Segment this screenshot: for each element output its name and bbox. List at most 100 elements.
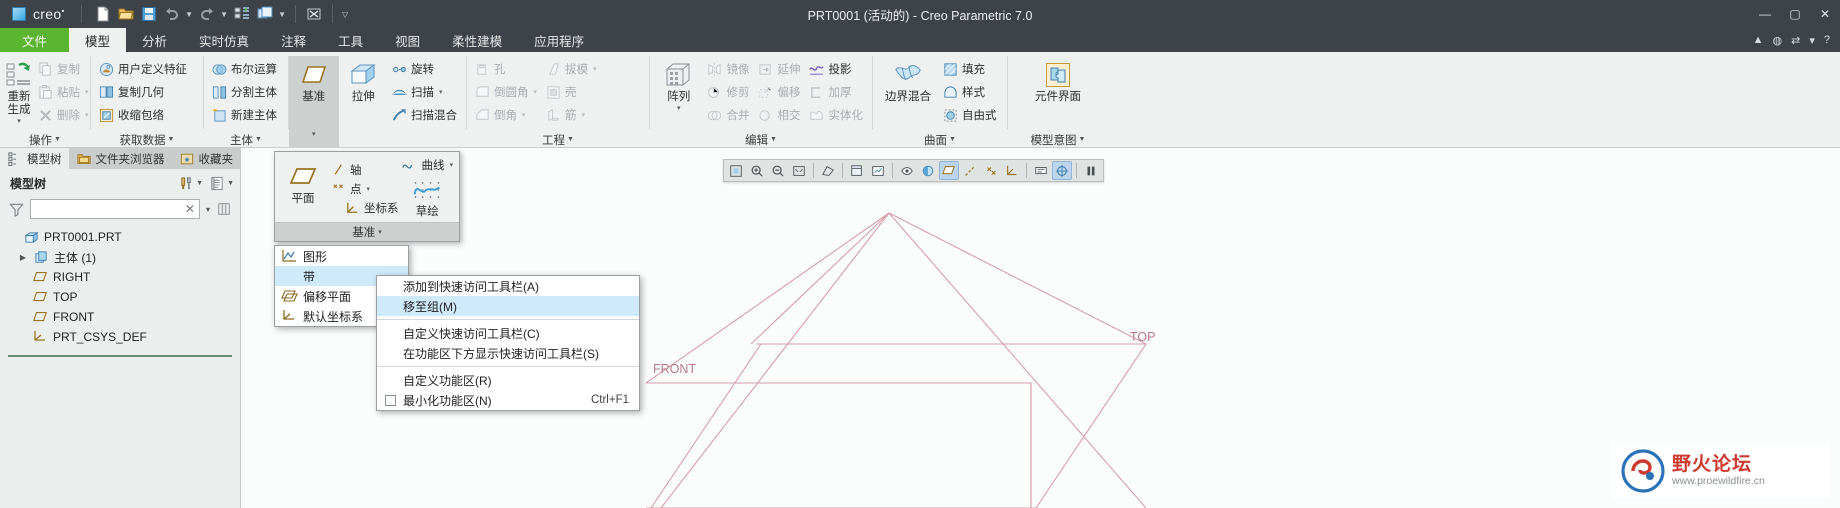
zoom-in-icon[interactable] (747, 161, 767, 180)
funnel-icon[interactable] (8, 201, 24, 217)
regenerate-button[interactable]: 重新生成 ▾ (4, 56, 34, 125)
tab-tools[interactable]: 工具 (322, 28, 379, 52)
qat-overflow-icon[interactable]: ▽ (340, 3, 351, 25)
sketch-button[interactable]: 草绘 (402, 174, 452, 219)
tab-view[interactable]: 视图 (379, 28, 436, 52)
tab-annotate[interactable]: 注释 (265, 28, 322, 52)
tab-file[interactable]: 文件 (0, 28, 70, 52)
named-view-icon[interactable] (868, 161, 888, 180)
sweep-button[interactable]: 扫描 ▾ (388, 81, 462, 103)
undo-icon[interactable] (161, 3, 183, 25)
extend-button[interactable]: 延伸 (755, 58, 806, 80)
mirror-button[interactable]: 镜像 (704, 58, 755, 80)
tree-item-part[interactable]: PRT0001.PRT (0, 227, 240, 247)
group-label-editing[interactable]: 编辑 ▼ (650, 132, 872, 147)
boolean-button[interactable]: 布尔运算 (208, 58, 282, 80)
datum-button[interactable]: 基准 ▾ (289, 56, 339, 150)
chevron-down-icon[interactable]: ▾ (582, 111, 586, 119)
window-switch-icon[interactable] (254, 3, 276, 25)
group-label-operations[interactable]: 操作 ▼ (0, 132, 90, 147)
appearance-icon[interactable] (918, 161, 938, 180)
tree-item-right[interactable]: RIGHT (0, 267, 240, 287)
tree-filter-input[interactable]: ✕ (30, 199, 200, 219)
group-label-model-intent[interactable]: 模型意图 ▼ (1008, 132, 1108, 147)
hole-button[interactable]: 孔 (471, 58, 542, 80)
tree-item-bodies[interactable]: ▶ 主体 (1) (0, 247, 240, 267)
pattern-button[interactable]: 阵列 ▾ (654, 56, 704, 112)
group-label-bodies[interactable]: 主体 ▼ (204, 132, 288, 147)
chevron-down-icon[interactable]: ▾ (522, 111, 526, 119)
datum-csys-button[interactable]: 坐标系 (327, 199, 404, 218)
nav-tab-folder-browser[interactable]: 文件夹浏览器 (69, 148, 172, 169)
menu-item-graph[interactable]: 图形 (275, 246, 408, 266)
context-item-customize-qat[interactable]: 自定义快速访问工具栏(C) (377, 323, 639, 343)
copy-geometry-button[interactable]: 复制几何 (95, 81, 192, 103)
chevron-down-icon[interactable]: ▾ (677, 105, 681, 112)
quick-access-toolbar[interactable]: ▼ ▼ ▼ ▽ (88, 3, 351, 25)
split-body-button[interactable]: 分割主体 (208, 81, 282, 103)
datum-axis-button[interactable]: 轴 (327, 160, 404, 179)
nav-tab-favorites[interactable]: 收藏夹 (172, 148, 241, 169)
curve-button[interactable]: 曲线 ▾ (399, 156, 455, 174)
tree-item-front[interactable]: FRONT (0, 307, 240, 327)
ribbon-context-menu[interactable]: 添加到快速访问工具栏(A) 移至组(M) 自定义快速访问工具栏(C) 在功能区下… (376, 275, 640, 411)
tree-expand-arrow[interactable]: ▶ (18, 253, 28, 262)
minimize-button[interactable]: — (1750, 0, 1780, 28)
new-body-button[interactable]: 新建主体 (208, 104, 282, 126)
udf-button[interactable]: 用户定义特征 (95, 58, 192, 80)
context-item-minimize-ribbon[interactable]: 最小化功能区(N) Ctrl+F1 (377, 390, 639, 410)
chevron-down-icon[interactable]: ▾ (439, 88, 443, 96)
copy-button[interactable]: 复制 (34, 58, 94, 80)
context-item-move-to-group[interactable]: 移至组(M) (377, 296, 639, 316)
redo-dropdown-icon[interactable]: ▼ (219, 3, 230, 25)
group-label-engineering[interactable]: 工程 ▼ (467, 132, 649, 147)
regenerate-icon[interactable] (231, 3, 253, 25)
minimize-ribbon-checkbox[interactable] (385, 394, 396, 406)
context-item-customize-ribbon[interactable]: 自定义功能区(R) (377, 370, 639, 390)
chevron-down-icon[interactable]: ▾ (378, 228, 382, 236)
tab-model[interactable]: 模型 (69, 28, 127, 52)
tab-applications[interactable]: 应用程序 (518, 28, 600, 52)
window-controls[interactable]: — ▢ ✕ (1750, 0, 1840, 28)
collapse-ribbon-icon[interactable]: ▲ (1753, 34, 1764, 46)
tree-item-top[interactable]: TOP (0, 287, 240, 307)
ribbon-right-controls[interactable]: ▲ ◍ ⇄ ▾ ? (1753, 28, 1840, 52)
merge-button[interactable]: 合并 (704, 104, 755, 126)
settings-dropdown-icon[interactable]: ▾ (1809, 34, 1815, 47)
shrinkwrap-button[interactable]: 收缩包络 (95, 104, 192, 126)
repaint-icon[interactable] (726, 161, 746, 180)
datum-point-button[interactable]: 点 ▾ (327, 179, 404, 198)
draft-button[interactable]: 拔模 ▾ (542, 58, 602, 80)
chevron-down-icon[interactable]: ▾ (17, 118, 21, 125)
maximize-button[interactable]: ▢ (1780, 0, 1810, 28)
datum-flyout-footer[interactable]: 基准 ▾ (275, 222, 459, 241)
view-manager-icon[interactable] (897, 161, 917, 180)
tree-display-button[interactable]: ▼ (209, 175, 234, 191)
chevron-down-icon[interactable]: ▾ (534, 88, 538, 96)
ribbon-tab-bar[interactable]: 文件 模型 分析 实时仿真 注释 工具 视图 柔性建模 应用程序 ▲ ◍ ⇄ ▾… (0, 28, 1840, 52)
chevron-down-icon[interactable]: ▾ (312, 131, 316, 138)
search-input[interactable] (35, 202, 182, 216)
freestyle-button[interactable]: 自由式 (939, 104, 1002, 126)
saved-orientations-icon[interactable] (847, 161, 867, 180)
revolve-button[interactable]: 旋转 (388, 58, 462, 80)
fill-button[interactable]: 填充 (939, 58, 1002, 80)
zoom-out-icon[interactable] (768, 161, 788, 180)
tab-livesim[interactable]: 实时仿真 (183, 28, 265, 52)
save-icon[interactable] (138, 3, 160, 25)
point-display-icon[interactable] (981, 161, 1001, 180)
trim-button[interactable]: 修剪 (704, 81, 755, 103)
close-button[interactable]: ✕ (1810, 0, 1840, 28)
solidify-button[interactable]: 实体化 (806, 104, 869, 126)
paste-button[interactable]: 粘贴 ▾ (34, 81, 94, 103)
swept-blend-button[interactable]: 扫描混合 (388, 104, 462, 126)
graphics-toolbar[interactable] (723, 159, 1104, 182)
nav-tab-model-tree[interactable]: 模型树 (0, 148, 69, 169)
help-icon[interactable]: ? (1824, 34, 1830, 46)
chevron-down-icon[interactable]: ▾ (206, 205, 210, 214)
offset-button[interactable]: 偏移 (755, 81, 806, 103)
spin-center-icon[interactable] (1052, 161, 1072, 180)
shell-button[interactable]: 壳 (542, 81, 602, 103)
round-button[interactable]: 倒圆角 ▾ (471, 81, 542, 103)
chamfer-button[interactable]: 倒角 ▾ (471, 104, 542, 126)
